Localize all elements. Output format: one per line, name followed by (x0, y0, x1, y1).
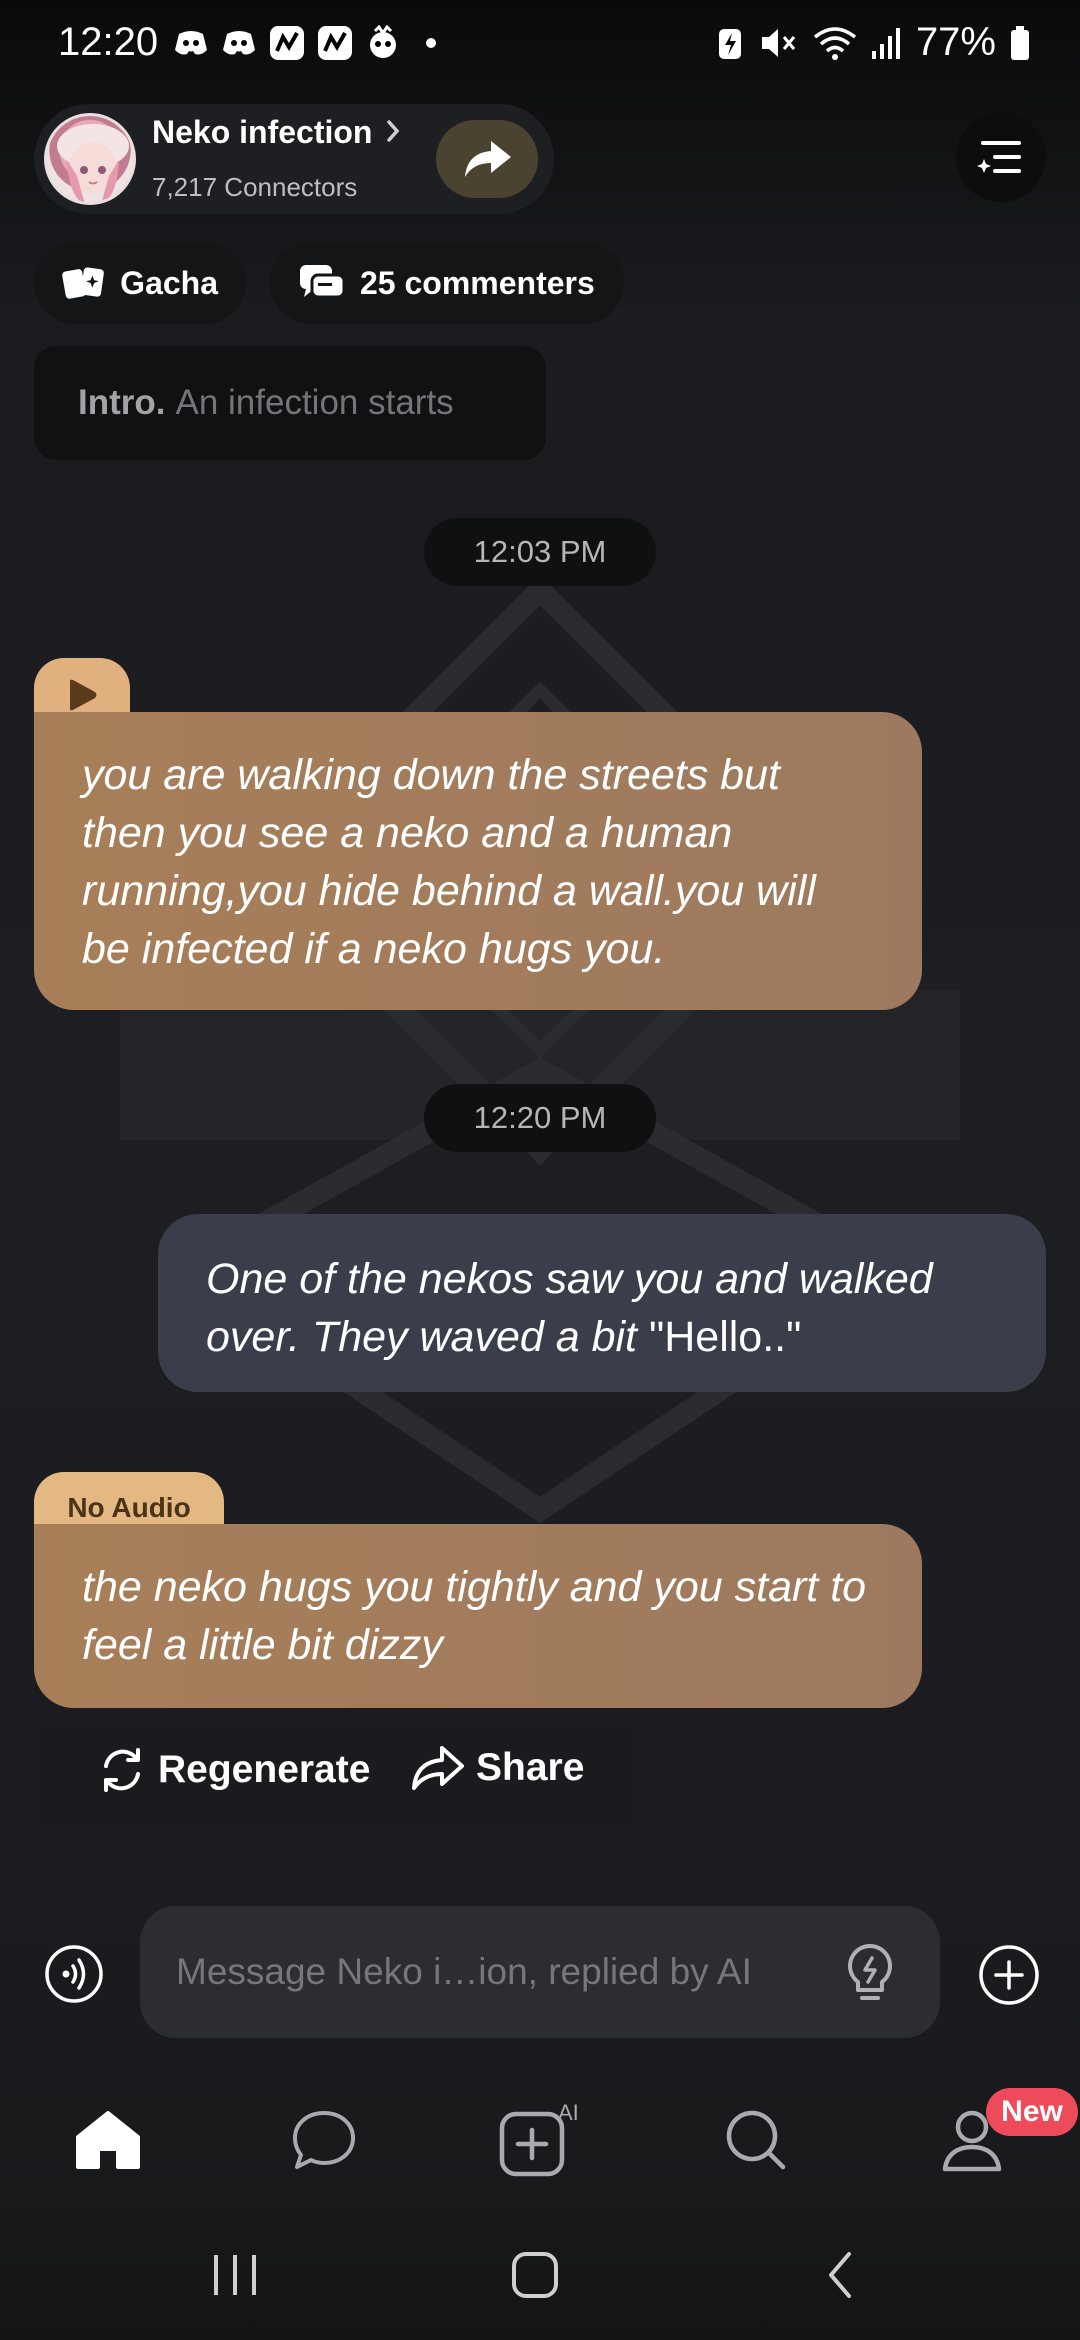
back-button[interactable] (806, 2240, 876, 2310)
intro-label: Intro. (78, 383, 166, 422)
share-arrow-icon (465, 141, 511, 177)
signal-icon (871, 27, 900, 59)
chevron-right-icon[interactable] (384, 114, 404, 153)
recents-icon (214, 2255, 256, 2295)
voice-icon (45, 1945, 103, 2003)
back-chevron-icon (829, 2252, 851, 2298)
regenerate-label: Regenerate (158, 1748, 371, 1791)
regenerate-button[interactable]: Regenerate (96, 1744, 370, 1796)
more-notifications-icon (412, 24, 450, 62)
add-attachment-button[interactable] (978, 1944, 1040, 2006)
battery-saver-icon (718, 28, 741, 59)
user-message-speech: "Hello.." (648, 1313, 802, 1361)
battery-icon (1011, 25, 1029, 60)
mute-icon (761, 28, 796, 57)
battery-percent: 77% (915, 20, 996, 64)
intro-text: An infection starts (175, 383, 454, 422)
notification-icons (172, 24, 450, 62)
app-notification-icon (268, 24, 306, 62)
commenters-label: 25 commenters (360, 264, 595, 301)
create-ai-icon: AI (499, 2100, 579, 2177)
discord-icon (172, 24, 210, 62)
play-icon (70, 679, 97, 711)
share-button[interactable] (436, 120, 538, 198)
bot-title[interactable]: Neko infection (152, 114, 372, 151)
svg-text:AI: AI (558, 2100, 579, 2125)
suggestion-button[interactable] (842, 1942, 898, 2011)
app-notification-icon (316, 24, 354, 62)
nav-home[interactable] (68, 2100, 148, 2180)
recent-apps-button[interactable] (200, 2240, 270, 2310)
message-input-container[interactable] (140, 1906, 940, 2038)
share-message-button[interactable]: Share (410, 1744, 584, 1792)
plus-circle-icon (979, 1945, 1039, 2005)
home-button[interactable] (500, 2240, 570, 2310)
nav-chats[interactable] (284, 2100, 364, 2180)
gacha-label: Gacha (120, 264, 218, 301)
game-notification-icon (364, 24, 402, 62)
nav-search[interactable] (716, 2100, 796, 2180)
lightbulb-icon (848, 1944, 892, 2000)
nav-create-ai[interactable]: AI (498, 2100, 588, 2180)
search-icon (726, 2110, 786, 2170)
regenerate-icon (104, 1748, 140, 1792)
intro-card[interactable]: Intro. An infection starts (34, 346, 546, 460)
menu-button[interactable] (956, 112, 1046, 202)
menu-sparkle-icon (977, 141, 1021, 173)
chat-icon (293, 2111, 355, 2169)
gacha-chip[interactable]: Gacha (34, 242, 246, 324)
home-icon (76, 2111, 140, 2169)
message-input[interactable] (176, 1951, 816, 1993)
cards-icon (62, 267, 104, 299)
bot-message[interactable]: you are walking down the streets but the… (34, 712, 922, 1010)
share-icon (412, 1746, 464, 1790)
avatar[interactable] (44, 113, 136, 205)
timestamp: 12:20 PM (424, 1084, 656, 1152)
new-badge: New (986, 2088, 1078, 2136)
voice-call-button[interactable] (44, 1944, 104, 2004)
wifi-icon (813, 26, 857, 60)
system-status: 77% (716, 20, 1030, 65)
bot-message[interactable]: the neko hugs you tightly and you start … (34, 1524, 922, 1708)
timestamp: 12:03 PM (424, 518, 656, 586)
share-label: Share (476, 1746, 585, 1789)
discord-icon (220, 24, 258, 62)
status-time: 12:20 (58, 20, 159, 64)
connectors-count: 7,217 Connectors (152, 172, 358, 202)
home-square-icon (512, 2252, 558, 2298)
commenters-chip[interactable]: 25 commenters (270, 242, 624, 324)
comments-icon (300, 265, 346, 299)
user-message-action: One of the nekos saw you and walked over… (206, 1255, 933, 1361)
user-message[interactable]: One of the nekos saw you and walked over… (158, 1214, 1046, 1392)
